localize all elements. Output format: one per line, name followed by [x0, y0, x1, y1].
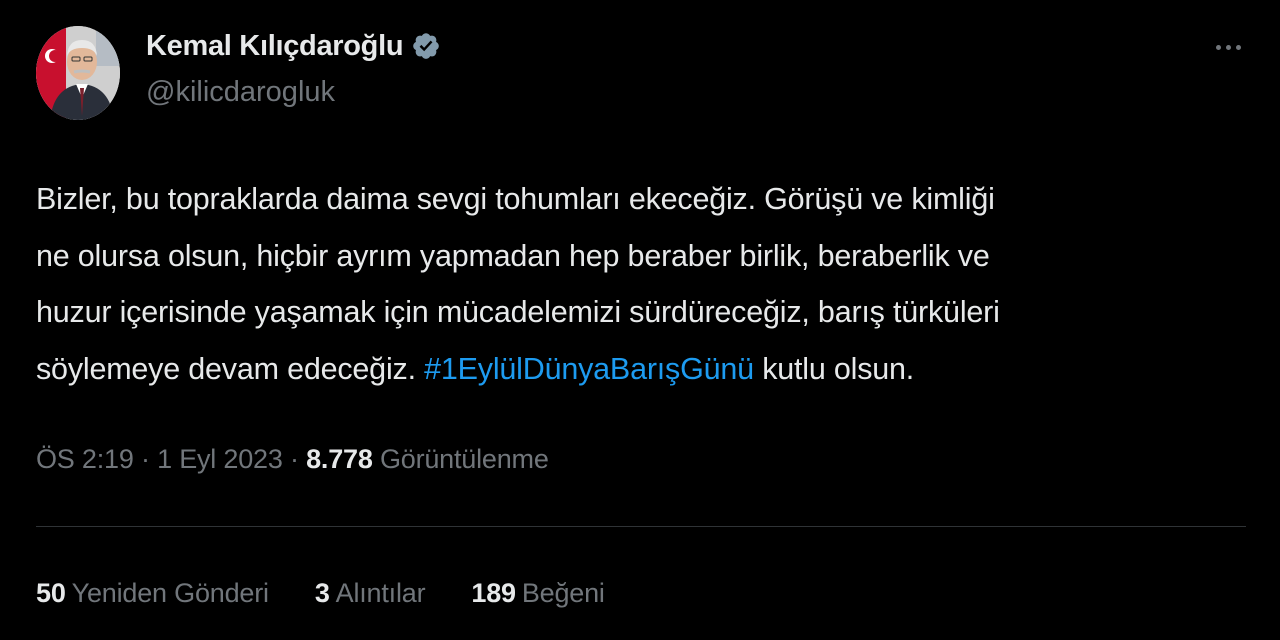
divider: [36, 526, 1246, 527]
views-label: Görüntülenme: [372, 444, 549, 474]
quotes-label: Alıntılar: [335, 578, 426, 608]
tweet-text-last-line: söylemeye devam edeceğiz. #1EylülDünyaBa…: [36, 341, 1251, 398]
likes-stat[interactable]: 189 Beğeni: [471, 578, 605, 609]
more-dot: [1215, 44, 1221, 50]
tweet-stats: 50 Yeniden Gönderi 3 Alıntılar 189 Beğeni: [36, 578, 651, 609]
author-name-row: Kemal Kılıçdaroğlu: [146, 28, 441, 64]
author-handle[interactable]: @kilicdarogluk: [146, 76, 441, 109]
tweet-text-line: ne olursa olsun, hiçbir ayrım yapmadan h…: [36, 238, 990, 273]
reposts-stat[interactable]: 50 Yeniden Gönderi: [36, 578, 269, 609]
hashtag-link[interactable]: #1EylülDünyaBarışGünü: [424, 352, 754, 386]
avatar[interactable]: [36, 26, 120, 120]
likes-label: Beğeni: [521, 578, 605, 608]
avatar-image: [36, 26, 120, 120]
tweet-date[interactable]: 1 Eyl 2023: [157, 444, 283, 474]
more-dots-icon[interactable]: [1206, 34, 1250, 60]
tweet-text-line: Bizler, bu topraklarda daima sevgi tohum…: [36, 182, 995, 216]
author-display-name[interactable]: Kemal Kılıçdaroğlu: [146, 30, 404, 63]
tweet-text-segment: söylemeye devam edeceğiz.: [36, 351, 425, 386]
verified-badge-icon[interactable]: [411, 31, 441, 61]
tweet-meta: ÖS 2:19 · 1 Eyl 2023 · 8.778 Görüntülenm…: [36, 444, 549, 475]
views-count: 8.778: [306, 444, 373, 474]
tweet-card: Kemal Kılıçdaroğlu @kilicdarogluk Bizler…: [0, 0, 1280, 640]
tweet-text-line: huzur içerisinde yaşamak için mücadelemi…: [36, 295, 1000, 329]
more-dot: [1225, 44, 1231, 50]
meta-separator: ·: [282, 444, 307, 474]
tweet-time[interactable]: ÖS 2:19: [36, 444, 134, 474]
meta-separator: ·: [133, 444, 158, 474]
reposts-label: Yeniden Gönderi: [71, 578, 269, 608]
tweet-text-segment: kutlu olsun.: [753, 351, 915, 386]
author-block: Kemal Kılıçdaroğlu @kilicdarogluk: [146, 28, 441, 109]
likes-count: 189: [471, 578, 516, 608]
reposts-count: 50: [36, 578, 66, 608]
more-dot: [1235, 44, 1241, 50]
quotes-stat[interactable]: 3 Alıntılar: [315, 578, 426, 609]
quotes-count: 3: [314, 578, 330, 608]
tweet-text: Bizler, bu topraklarda daima sevgi tohum…: [36, 171, 1251, 397]
